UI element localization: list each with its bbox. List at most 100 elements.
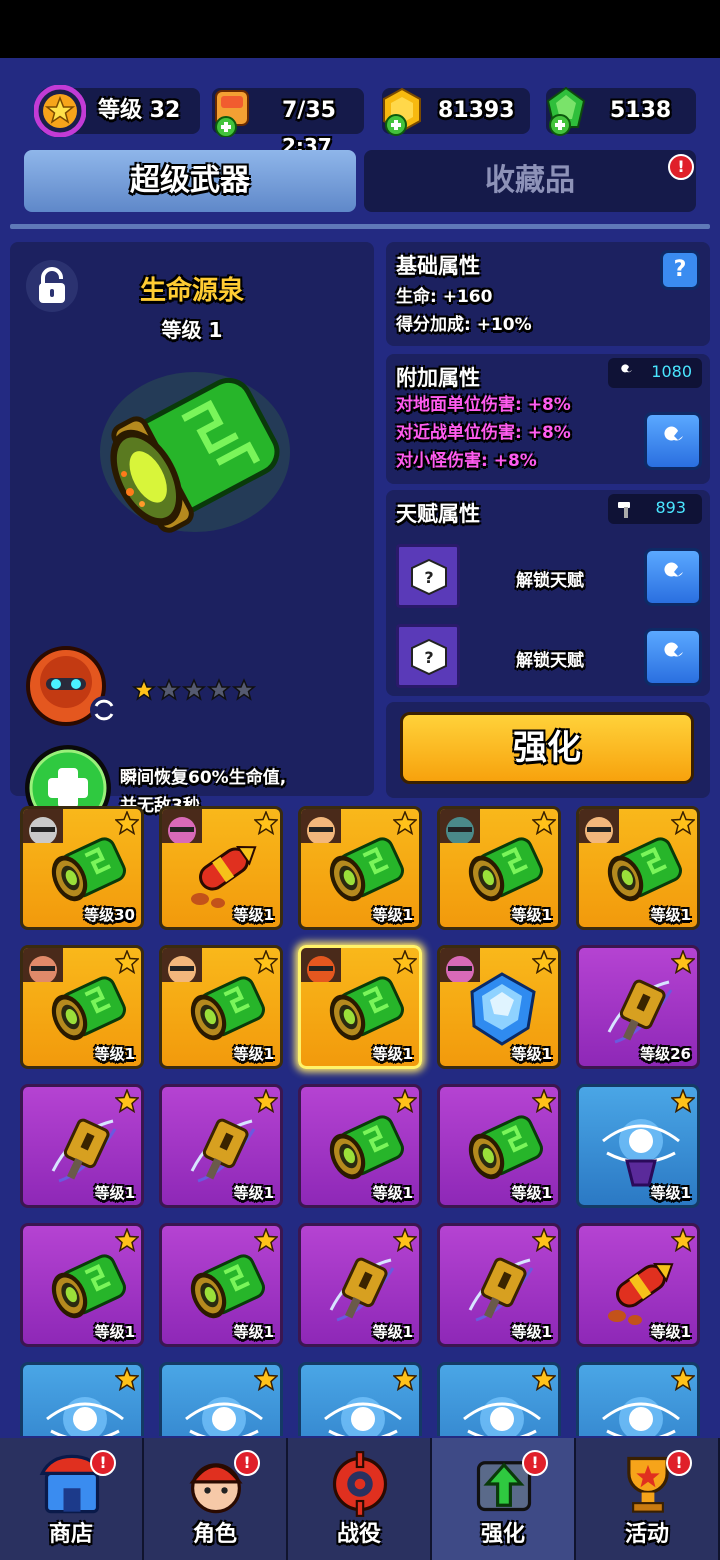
extra-prop-ground: 对地面单位伤害: +8%	[396, 395, 571, 415]
talent-slot-1[interactable]: ?	[396, 544, 460, 608]
weapon-card-orb[interactable]: 3 等级1	[576, 1084, 700, 1208]
weapon-card-hammer[interactable]: 1 等级1	[437, 1223, 561, 1347]
unlock-talent-1-button[interactable]	[644, 548, 702, 606]
copy-count-badge: 3	[670, 809, 696, 836]
card-level: 等级1	[372, 1184, 413, 1202]
nav-alert-icon: !	[522, 1450, 548, 1476]
wrench-icon	[661, 426, 683, 453]
copy-count: 2	[278, 1231, 280, 1247]
weapon-grid: 5 等级30 3 等级1 3 等级1 3 等级1 3 等级1 3 等级1 1 等级1 1 等级1 1 等级1 4 等级…	[0, 806, 720, 1436]
card-level: 等级1	[372, 1045, 413, 1063]
hammer-currency: 893	[608, 494, 702, 524]
weapon-card-cylinder[interactable]: 1 等级1	[159, 945, 283, 1069]
weapon-card-orb[interactable]: 1	[576, 1362, 700, 1436]
nav-label: 商店	[48, 1522, 93, 1547]
weapon-card-rocket[interactable]: 1 等级1	[576, 1223, 700, 1347]
extra-prop-melee: 对近战单位伤害: +8%	[396, 423, 571, 443]
weapon-card-hammer[interactable]: 3 等级1	[159, 1084, 283, 1208]
wrench-currency: 1080	[608, 358, 702, 388]
player-level-panel[interactable]: 等级 32	[34, 85, 200, 137]
copy-count: 1	[417, 1231, 419, 1247]
talent-props-title: 天赋属性	[396, 502, 480, 526]
star-badge-icon	[392, 948, 418, 975]
weapon-card-orb[interactable]: 1	[298, 1362, 422, 1436]
weapon-card-cylinder[interactable]: 3 等级1	[437, 806, 561, 930]
weapon-card-cylinder[interactable]: 2 等级1	[20, 1223, 144, 1347]
weapon-level: 等级 1	[161, 318, 223, 342]
card-level: 等级1	[511, 1184, 552, 1202]
energy-panel[interactable]: 7/35	[212, 88, 364, 137]
copy-count: 3	[556, 1092, 558, 1108]
hammer-item-icon	[329, 1257, 395, 1322]
weapon-card-cylinder[interactable]: 3 等级1	[298, 806, 422, 930]
gem-panel[interactable]: 5138	[546, 86, 696, 136]
weapon-card-cylinder[interactable]: 1 等级1	[298, 945, 422, 1069]
card-level: 等级1	[233, 906, 274, 924]
copy-count: 1	[417, 1370, 419, 1386]
weapon-card-orb[interactable]: 1	[437, 1362, 561, 1436]
nav-label: 战役	[336, 1522, 381, 1547]
star-badge-icon	[253, 1226, 279, 1253]
copy-count: 5	[139, 814, 141, 830]
copy-count: 1	[139, 1370, 141, 1386]
weapon-card-orb[interactable]: 1	[20, 1362, 144, 1436]
card-level: 等级1	[94, 1184, 135, 1202]
nav-alert-icon: !	[90, 1450, 116, 1476]
extra-props-panel: 附加属性 1080 对地面单位伤害: +8% 对近战单位伤害: +8% 对小怪伤…	[386, 354, 710, 484]
tab-super-weapon[interactable]: 超级武器	[24, 150, 356, 212]
weapon-card-hammer[interactable]: 3 等级1	[20, 1084, 144, 1208]
weapon-card-cylinder[interactable]: 2 等级1	[159, 1223, 283, 1347]
weapon-card-orb[interactable]: 1	[159, 1362, 283, 1436]
unlock-talent-2-button[interactable]	[644, 628, 702, 686]
talent-slot-2[interactable]: ?	[396, 624, 460, 688]
nav-shop[interactable]: ! 商店	[0, 1438, 144, 1560]
nav-trophy[interactable]: ! 活动	[576, 1438, 720, 1560]
copy-count-badge: 1	[392, 1226, 418, 1253]
hammer-item-icon	[607, 979, 673, 1044]
reroll-extra-button[interactable]	[644, 412, 702, 470]
nav-label: 强化	[480, 1522, 525, 1547]
hero-swap-icon[interactable]	[26, 644, 136, 730]
weapon-card-hammer[interactable]: 1 等级1	[298, 1223, 422, 1347]
weapon-card-cylinder[interactable]: 3 等级1	[437, 1084, 561, 1208]
upgrade-area: 强化	[386, 702, 710, 798]
copy-count: 1	[556, 1231, 558, 1247]
cylinder-item-icon	[51, 837, 126, 902]
hammer-item-icon	[468, 1257, 534, 1322]
nav-upgrade[interactable]: ! 强化	[432, 1438, 576, 1560]
nav-character[interactable]: ! 角色	[144, 1438, 288, 1560]
weapon-card-cylinder[interactable]: 3 等级1	[20, 945, 144, 1069]
copy-count-badge: 1	[253, 1365, 279, 1392]
star-badge-icon	[114, 1226, 140, 1253]
star-badge-icon	[392, 1226, 418, 1253]
gold-panel[interactable]: 81393	[382, 87, 530, 136]
copy-count: 3	[695, 814, 697, 830]
copy-count: 3	[417, 814, 419, 830]
cylinder-item-icon	[468, 1115, 543, 1180]
nav-alert-icon: !	[666, 1450, 692, 1476]
star-badge-icon	[114, 1365, 140, 1392]
nav-crosshair[interactable]: 战役	[288, 1438, 432, 1560]
copy-count-badge: 1	[531, 948, 557, 975]
help-button[interactable]: ?	[660, 250, 700, 290]
star-badge-icon	[670, 1087, 696, 1114]
copy-count: 1	[278, 953, 280, 969]
level-star-icon	[34, 85, 86, 137]
hammer-currency-icon	[618, 502, 630, 518]
weapon-card-cylinder[interactable]: 5 等级30	[20, 806, 144, 930]
gold-plus-icon	[383, 87, 421, 136]
hammer-item-icon	[51, 1118, 117, 1183]
orb-item-icon	[602, 1119, 680, 1187]
copy-count: 3	[139, 953, 141, 969]
upgrade-button[interactable]: 强化	[400, 712, 694, 784]
copy-count-badge: 3	[531, 809, 557, 836]
weapon-card-crystal[interactable]: 1 等级1	[437, 945, 561, 1069]
weapon-card-rocket[interactable]: 3 等级1	[159, 806, 283, 930]
star-badge-icon	[531, 1365, 557, 1392]
weapon-card-hammer[interactable]: 4 等级26	[576, 945, 700, 1069]
cylinder-item-icon	[51, 1254, 126, 1319]
weapon-card-cylinder[interactable]: 3 等级1	[576, 806, 700, 930]
tab-collectibles[interactable]: 收藏品	[364, 150, 696, 212]
weapon-card-cylinder[interactable]: 3 等级1	[298, 1084, 422, 1208]
crystal-item-icon	[470, 972, 536, 1046]
